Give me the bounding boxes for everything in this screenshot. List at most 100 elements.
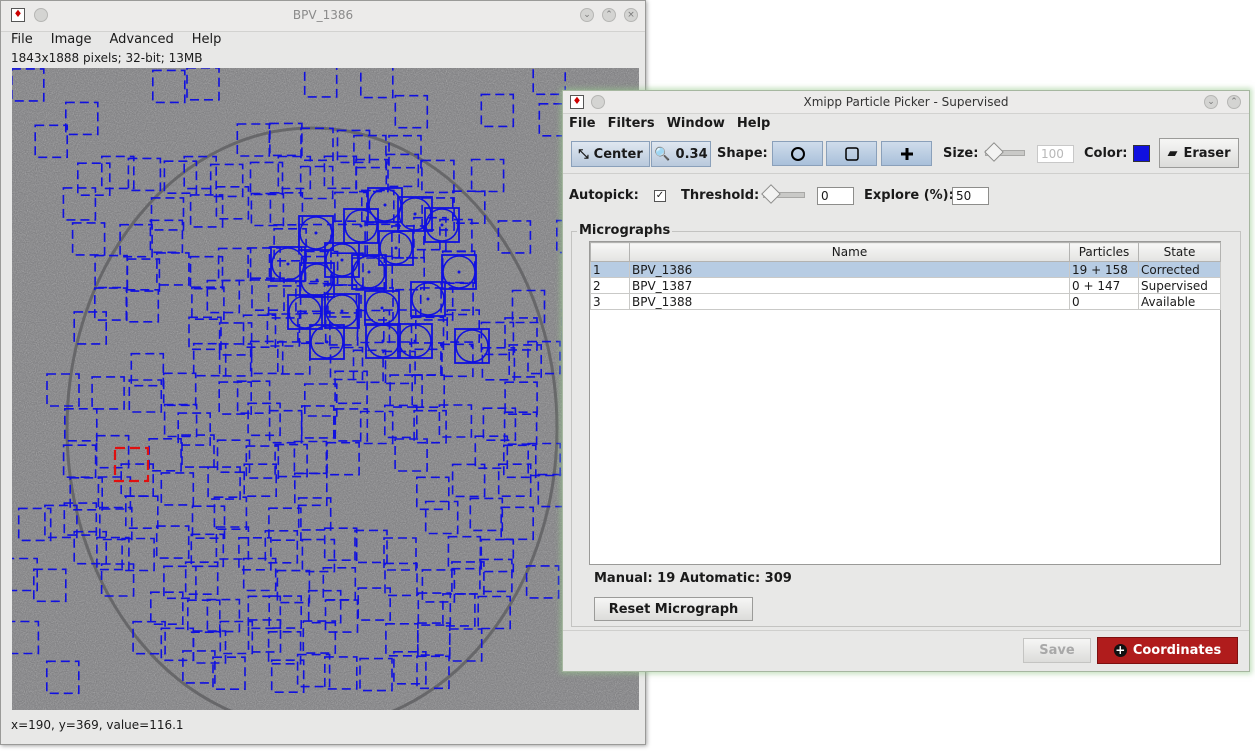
- particle-center-dot: [315, 278, 319, 282]
- threshold-label: Threshold:: [681, 188, 760, 203]
- eraser-label: Eraser: [1183, 145, 1231, 161]
- row-name: BPV_1388: [629, 293, 1070, 310]
- size-label: Size:: [943, 146, 979, 161]
- particle-center-dot: [440, 223, 444, 227]
- particle-center-dot: [325, 340, 329, 344]
- image-window-titlebar[interactable]: ♦ BPV_1386 ⌄ ⌃ ×: [1, 1, 645, 32]
- row-state: Supervised: [1138, 277, 1221, 294]
- row-particles: 0: [1069, 293, 1139, 310]
- micrograph-canvas[interactable]: [12, 68, 639, 710]
- particle-center-dot: [359, 224, 363, 228]
- particle-center-dot: [286, 262, 290, 266]
- close-icon[interactable]: ×: [624, 8, 638, 22]
- size-field[interactable]: 100: [1037, 145, 1074, 163]
- coordinates-button[interactable]: + Coordinates: [1097, 637, 1238, 664]
- micrographs-table[interactable]: Name Particles State 1 BPV_1386 19 + 158…: [589, 241, 1221, 565]
- row-state: Available: [1138, 293, 1221, 310]
- col-particles[interactable]: Particles: [1069, 242, 1139, 262]
- table-row[interactable]: 2 BPV_1387 0 + 147 Supervised: [590, 277, 1221, 294]
- particle-center-dot: [303, 310, 307, 314]
- picker-window: ♦ Xmipp Particle Picker - Supervised ⌄ ⌃…: [562, 90, 1250, 672]
- menu-file[interactable]: File: [1, 31, 41, 51]
- particle-center-dot: [457, 270, 461, 274]
- maximize-icon[interactable]: ⌃: [602, 8, 616, 22]
- zoom-value: 0.34: [675, 146, 708, 162]
- particle-center-dot: [413, 339, 417, 343]
- row-particles: 19 + 158: [1069, 261, 1139, 278]
- menu-file[interactable]: File: [563, 114, 602, 134]
- eraser-button[interactable]: ▰ Eraser: [1159, 138, 1239, 168]
- particle-center-dot: [340, 258, 344, 262]
- menu-help[interactable]: Help: [182, 31, 230, 51]
- col-state[interactable]: State: [1138, 242, 1221, 262]
- row-name: BPV_1386: [629, 261, 1070, 278]
- col-index[interactable]: [590, 242, 630, 262]
- center-icon: ⤡: [578, 146, 589, 162]
- row-particles: 0 + 147: [1069, 277, 1139, 294]
- color-swatch[interactable]: [1133, 145, 1150, 162]
- row-index: 3: [590, 293, 630, 310]
- plus-icon: [900, 147, 913, 160]
- particle-center-dot: [426, 297, 430, 301]
- center-label: Center: [593, 146, 643, 162]
- menu-help[interactable]: Help: [731, 114, 776, 134]
- image-menubar: File Image Advanced Help: [1, 31, 645, 51]
- menu-advanced[interactable]: Advanced: [99, 31, 181, 51]
- micrographs-title: Micrographs: [577, 223, 673, 238]
- particle-center-dot: [413, 212, 417, 216]
- table-header: Name Particles State: [590, 242, 1221, 262]
- micrograph-image[interactable]: [12, 68, 639, 710]
- minimize-icon[interactable]: ⌄: [580, 8, 594, 22]
- circle-icon: [790, 146, 805, 161]
- table-row[interactable]: 1 BPV_1386 19 + 158 Corrected: [590, 261, 1221, 278]
- magnifier-icon: 🔍: [654, 146, 671, 162]
- autopick-label: Autopick:: [569, 188, 639, 203]
- shape-circle-button[interactable]: [772, 141, 823, 166]
- particle-center-dot: [470, 344, 474, 348]
- particle-center-dot: [380, 306, 384, 310]
- image-info: 1843x1888 pixels; 32-bit; 13MB: [11, 51, 203, 65]
- picker-menubar: File Filters Window Help: [563, 114, 776, 134]
- center-button[interactable]: ⤡ Center: [571, 141, 650, 167]
- footer-divider: [563, 630, 1249, 631]
- particle-summary: Manual: 19 Automatic: 309: [594, 571, 792, 586]
- menu-window[interactable]: Window: [661, 114, 731, 134]
- picker-toolbar: ⤡ Center 🔍 0.34 Shape: Size: 100 Color: …: [563, 135, 1249, 174]
- save-button[interactable]: Save: [1023, 638, 1091, 663]
- maximize-icon[interactable]: ⌃: [1227, 95, 1241, 109]
- table-row[interactable]: 3 BPV_1388 0 Available: [590, 293, 1221, 310]
- minimize-icon[interactable]: ⌄: [1204, 95, 1218, 109]
- row-state: Corrected: [1138, 261, 1221, 278]
- size-slider-thumb[interactable]: [984, 142, 1004, 162]
- shape-square-button[interactable]: [826, 141, 877, 166]
- particle-center-dot: [383, 203, 387, 207]
- col-name[interactable]: Name: [629, 242, 1070, 262]
- threshold-slider-thumb[interactable]: [761, 184, 781, 204]
- picker-titlebar[interactable]: ♦ Xmipp Particle Picker - Supervised ⌄ ⌃: [563, 91, 1249, 114]
- threshold-field[interactable]: 0: [817, 187, 854, 205]
- zoom-button[interactable]: 🔍 0.34: [651, 141, 711, 167]
- coordinates-label: Coordinates: [1132, 643, 1222, 658]
- shape-plus-button[interactable]: [881, 141, 932, 166]
- shape-label: Shape:: [717, 146, 768, 161]
- particle-center-dot: [340, 309, 344, 313]
- square-icon: [844, 146, 859, 161]
- reset-micrograph-button[interactable]: Reset Micrograph: [594, 597, 753, 621]
- row-index: 1: [590, 261, 630, 278]
- menu-filters[interactable]: Filters: [602, 114, 661, 134]
- explore-label: Explore (%):: [864, 188, 954, 203]
- picker-title: Xmipp Particle Picker - Supervised: [803, 95, 1009, 109]
- particle-center-dot: [314, 231, 318, 235]
- explore-field[interactable]: 50: [952, 187, 989, 205]
- eraser-icon: ▰: [1167, 145, 1178, 161]
- image-window-title: BPV_1386: [292, 8, 354, 22]
- row-name: BPV_1387: [629, 277, 1070, 294]
- plus-circle-icon: +: [1113, 643, 1127, 657]
- menu-image[interactable]: Image: [41, 31, 100, 51]
- particle-center-dot: [381, 339, 385, 343]
- image-window: ♦ BPV_1386 ⌄ ⌃ × File Image Advanced Hel…: [0, 0, 646, 745]
- row-index: 2: [590, 277, 630, 294]
- particle-center-dot: [367, 270, 371, 274]
- autopick-checkbox[interactable]: ✓: [654, 190, 666, 202]
- particle-center-dot: [394, 246, 398, 250]
